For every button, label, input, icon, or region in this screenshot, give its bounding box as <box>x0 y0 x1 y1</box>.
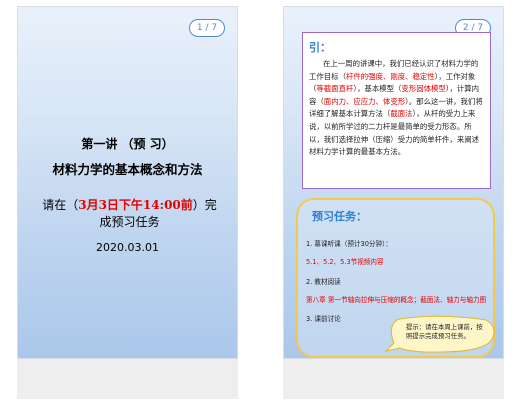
slide-2[interactable]: 2 / 7 引： 在上一周的讲课中，我们已经认识了材料力学的工作目标（杆件的强度… <box>283 6 504 359</box>
callout-text: 提示：请在本周上课前，按照提示完成预习任务。 <box>406 323 483 340</box>
lecture-date: 2020.03.01 <box>96 241 159 254</box>
task-item: 2. 教材阅读 <box>306 278 341 286</box>
intro-paragraph: 在上一周的讲课中，我们已经认识了材料力学的工作目标（杆件的强度、刚度、稳定性），… <box>309 58 484 159</box>
deadline-text: 请在（3月3日下午14:00前）完成预习任务 <box>38 197 221 231</box>
lecture-title: 第一讲 （预 习） <box>81 137 174 151</box>
page-number-badge: 1 / 7 <box>189 19 225 37</box>
intro-highlight: 杆件的强度、刚度、稳定性 <box>345 71 435 81</box>
intro-highlight: 截面法 <box>390 109 413 119</box>
intro-highlight: 面内力、应应力、体变形 <box>323 96 406 106</box>
slide-1-footer <box>17 359 238 399</box>
tasks-heading: 预习任务： <box>312 210 367 223</box>
intro-highlight: 等截面直杆 <box>316 84 354 94</box>
task-item: 1. 慕课听课（预计30分钟）： <box>306 240 393 248</box>
tip-callout: 提示：请在本周上课前，按照提示完成预习任务。 <box>382 315 498 357</box>
slide-1[interactable]: 1 / 7 第一讲 （预 习） 材料力学的基本概念和方法 请在（3月3日下午14… <box>17 6 238 359</box>
task-item: 第八章 第一节轴向拉伸与压缩的概念；截面法、轴力与轴力图 <box>306 296 487 304</box>
lecture-subtitle: 材料力学的基本概念和方法 <box>52 162 203 177</box>
slide-2-footer <box>283 359 504 399</box>
deadline-highlight: 3月3日下午14:00前 <box>78 198 193 212</box>
deadline-prefix: 请在（ <box>42 198 79 212</box>
tasks-box: 预习任务： 1. 慕课听课（预计30分钟）： 5.1、5.2、5.3节视频内容 … <box>296 198 495 358</box>
task-item: 3. 课前讨论 <box>306 315 341 323</box>
intro-box: 引： 在上一周的讲课中，我们已经认识了材料力学的工作目标（杆件的强度、刚度、稳定… <box>302 32 491 189</box>
task-item: 5.1、5.2、5.3节视频内容 <box>306 258 384 266</box>
intro-highlight: 变形固体模型 <box>401 84 446 94</box>
intro-text-segment: ），基本模型（ <box>353 84 402 94</box>
intro-heading: 引： <box>309 41 331 54</box>
